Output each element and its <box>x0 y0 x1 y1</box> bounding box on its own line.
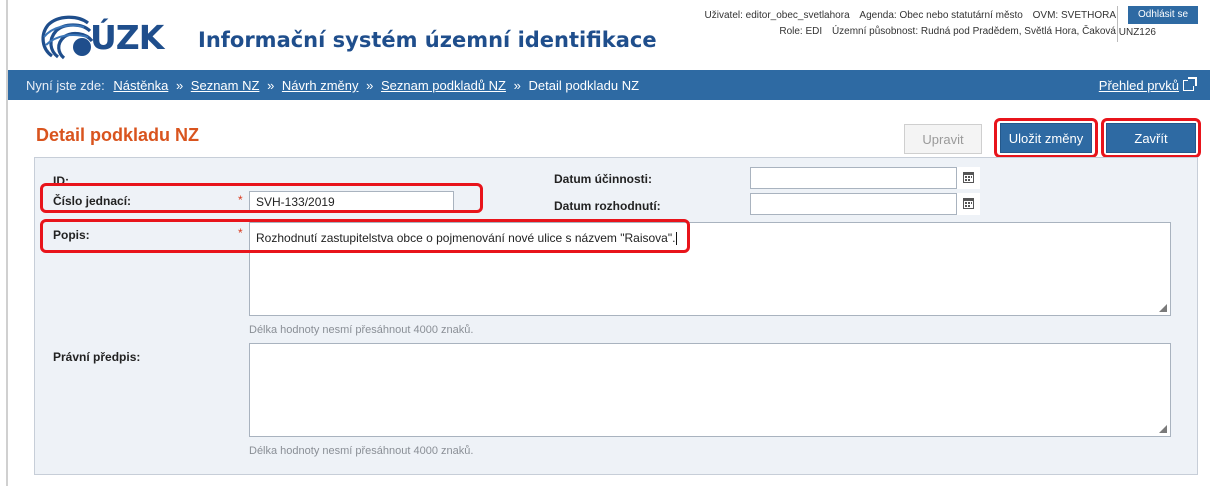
save-changes-button[interactable]: Uložit změny <box>1000 123 1092 153</box>
calendar-icon <box>963 172 974 183</box>
decision-date-input[interactable] <box>750 193 980 215</box>
breadcrumb-separator: » <box>366 78 374 93</box>
text-caret <box>676 232 678 246</box>
breadcrumb-link-source-list[interactable]: Seznam podkladů NZ <box>381 78 506 93</box>
user-name: Uživatel: editor_obec_svetlahora <box>704 10 850 21</box>
user-role: Role: EDI <box>779 26 823 37</box>
description-hint: Délka hodnoty nesmí přesáhnout 4000 znak… <box>249 324 474 336</box>
user-line: Uživatel: editor_obec_svetlahora Agenda:… <box>698 8 1116 24</box>
description-textarea[interactable]: Rozhodnutí zastupitelstva obce o pojmeno… <box>249 222 1171 316</box>
close-button[interactable]: Zavřít <box>1106 123 1196 153</box>
reference-number-input[interactable]: SVH-133/2019 <box>249 191 454 213</box>
logout-button[interactable]: Odhlásit se <box>1128 6 1198 24</box>
required-marker: * <box>238 193 243 207</box>
legal-regulation-textarea[interactable] <box>249 343 1171 437</box>
cuzk-logo[interactable]: ÚZK <box>38 10 164 64</box>
required-marker: * <box>238 226 243 240</box>
reference-number-label: Číslo jednací: <box>53 194 132 208</box>
legal-regulation-hint: Délka hodnoty nesmí přesáhnout 4000 znak… <box>249 445 474 457</box>
page-title: Detail podkladu NZ <box>36 125 200 145</box>
resize-grip-icon[interactable] <box>1159 304 1167 312</box>
effective-date-input[interactable] <box>750 167 980 189</box>
logo-text: ÚZK <box>90 17 164 57</box>
description-value: Rozhodnutí zastupitelstva obce o pojmeno… <box>256 231 676 245</box>
elements-overview-label: Přehled prvků <box>1098 78 1179 93</box>
breadcrumb-separator: » <box>267 78 275 93</box>
breadcrumb-prefix: Nyní jste zde: <box>26 78 105 93</box>
breadcrumb-separator: » <box>513 78 521 93</box>
decision-date-label: Datum rozhodnutí: <box>554 199 661 213</box>
breadcrumb-current: Detail podkladu NZ <box>528 78 640 93</box>
user-scope: Územní působnost: Rudná pod Pradědem, Sv… <box>831 26 1116 37</box>
calendar-icon <box>963 198 974 209</box>
breadcrumb-link-nz-list[interactable]: Seznam NZ <box>191 78 260 93</box>
breadcrumb-link-dashboard[interactable]: Nástěnka <box>113 78 168 93</box>
description-label: Popis: <box>53 228 90 242</box>
resize-grip-icon[interactable] <box>1159 425 1167 433</box>
app-title: Informační systém územní identifikace <box>198 28 657 52</box>
breadcrumb-separator: » <box>175 78 184 93</box>
breadcrumb-bar: Nyní jste zde: Nástěnka » Seznam NZ » Ná… <box>8 70 1210 100</box>
effective-date-calendar-button[interactable] <box>956 167 980 189</box>
elements-overview-link[interactable]: Přehled prvků <box>1098 77 1197 93</box>
cuzk-globe-icon <box>41 15 94 60</box>
role-line: Role: EDI Územní působnost: Rudná pod Pr… <box>698 24 1116 40</box>
breadcrumb: Nyní jste zde: Nástěnka » Seznam NZ » Ná… <box>26 78 639 93</box>
unz-code: UNZ126 <box>1118 27 1156 38</box>
user-ovm: OVM: SVETHORA <box>1032 10 1116 21</box>
decision-date-calendar-button[interactable] <box>956 193 980 215</box>
user-info: Uživatel: editor_obec_svetlahora Agenda:… <box>698 8 1116 40</box>
breadcrumb-link-change-proposal[interactable]: Návrh změny <box>282 78 359 93</box>
effective-date-label: Datum účinnosti: <box>554 172 652 186</box>
id-label: ID: <box>53 174 69 188</box>
external-link-icon <box>1183 77 1197 91</box>
edit-button[interactable]: Upravit <box>904 124 982 154</box>
user-agenda: Agenda: Obec nebo statutární město <box>859 10 1023 21</box>
legal-regulation-label: Právní předpis: <box>53 350 141 364</box>
app-header: ÚZK Informační systém územní identifikac… <box>8 0 1210 70</box>
